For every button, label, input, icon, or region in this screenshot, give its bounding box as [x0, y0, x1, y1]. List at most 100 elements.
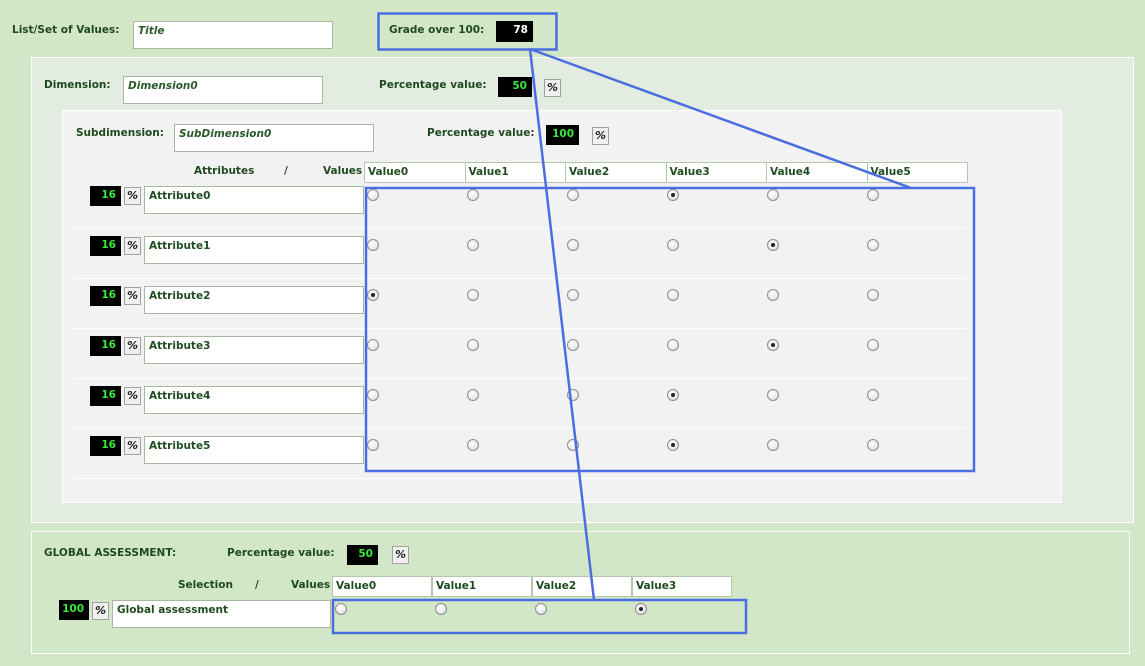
value-radio[interactable]	[667, 339, 679, 351]
column-header-1: Value1	[464, 162, 566, 183]
value-radio[interactable]	[767, 189, 779, 201]
global-assessment-input[interactable]: Global assessment	[112, 600, 331, 628]
attribute-weight[interactable]: 16	[90, 386, 121, 406]
attribute-weight[interactable]: 16	[90, 186, 121, 206]
value-radio[interactable]	[767, 239, 779, 251]
attribute-name-input[interactable]: Attribute0	[144, 186, 364, 214]
value-radio[interactable]	[867, 189, 879, 201]
attributes-header-label: Attributes	[194, 165, 255, 177]
percent-icon[interactable]: %	[124, 187, 141, 205]
global-header-slash: /	[255, 579, 259, 591]
global-column-header-0: Value0	[332, 576, 432, 597]
value-radio[interactable]	[767, 389, 779, 401]
global-value-radio[interactable]	[335, 603, 347, 615]
attribute-name-input[interactable]: Attribute5	[144, 436, 364, 464]
value-radio[interactable]	[567, 289, 579, 301]
attribute-name-input[interactable]: Attribute4	[144, 386, 364, 414]
value-radio[interactable]	[467, 189, 479, 201]
global-column-header-2: Value2	[532, 576, 632, 597]
value-radio[interactable]	[667, 389, 679, 401]
value-radio[interactable]	[867, 389, 879, 401]
global-value-radio[interactable]	[635, 603, 647, 615]
value-radio[interactable]	[567, 339, 579, 351]
subdimension-input[interactable]: SubDimension0	[174, 124, 374, 152]
value-radio[interactable]	[767, 439, 779, 451]
attribute-weight[interactable]: 16	[90, 436, 121, 456]
value-radio[interactable]	[767, 289, 779, 301]
row-divider	[74, 228, 967, 229]
value-radio[interactable]	[467, 339, 479, 351]
subdimension-label: Subdimension:	[76, 127, 164, 139]
row-divider	[74, 428, 967, 429]
percent-icon[interactable]: %	[124, 237, 141, 255]
percent-icon[interactable]: %	[592, 127, 609, 145]
value-radio[interactable]	[467, 239, 479, 251]
value-radio[interactable]	[367, 289, 379, 301]
value-radio[interactable]	[567, 439, 579, 451]
value-radio[interactable]	[367, 189, 379, 201]
global-weight[interactable]: 100	[59, 600, 89, 620]
value-radio[interactable]	[867, 289, 879, 301]
dimension-percentage-value[interactable]: 50	[498, 77, 532, 97]
attribute-weight[interactable]: 16	[90, 286, 121, 306]
grade-value: 78	[496, 21, 533, 42]
percent-icon[interactable]: %	[124, 337, 141, 355]
row-divider	[74, 328, 967, 329]
percent-icon[interactable]: %	[392, 546, 409, 564]
attribute-name-input[interactable]: Attribute1	[144, 236, 364, 264]
value-radio[interactable]	[467, 439, 479, 451]
percent-icon[interactable]: %	[124, 437, 141, 455]
value-radio[interactable]	[367, 439, 379, 451]
column-header-5: Value5	[866, 162, 968, 183]
attribute-name-input[interactable]: Attribute2	[144, 286, 364, 314]
dimension-label: Dimension:	[44, 79, 111, 91]
value-radio[interactable]	[867, 339, 879, 351]
value-radio[interactable]	[867, 439, 879, 451]
percent-icon[interactable]: %	[544, 79, 561, 97]
percent-icon[interactable]: %	[92, 602, 109, 620]
value-radio[interactable]	[867, 239, 879, 251]
value-radio[interactable]	[567, 239, 579, 251]
global-column-header-3: Value3	[632, 576, 732, 597]
global-percentage-value[interactable]: 50	[347, 545, 378, 565]
values-header-label: Values	[323, 165, 363, 177]
value-radio[interactable]	[467, 389, 479, 401]
global-percentage-label: Percentage value:	[227, 547, 335, 559]
value-radio[interactable]	[367, 239, 379, 251]
subdimension-percentage-value[interactable]: 100	[546, 125, 579, 145]
header-slash: /	[284, 165, 288, 177]
row-divider	[74, 478, 967, 479]
selection-header-label: Selection	[178, 579, 233, 591]
global-value-radio[interactable]	[535, 603, 547, 615]
column-header-4: Value4	[766, 162, 868, 183]
value-radio[interactable]	[367, 339, 379, 351]
value-radio[interactable]	[467, 289, 479, 301]
subdimension-percentage-label: Percentage value:	[427, 127, 535, 139]
value-radio[interactable]	[667, 289, 679, 301]
column-header-2: Value2	[565, 162, 667, 183]
dimension-percentage-label: Percentage value:	[379, 79, 487, 91]
value-radio[interactable]	[667, 439, 679, 451]
list-values-input[interactable]: Title	[133, 21, 333, 49]
value-radio[interactable]	[567, 189, 579, 201]
value-radio[interactable]	[667, 189, 679, 201]
attribute-name-input[interactable]: Attribute3	[144, 336, 364, 364]
global-column-header-1: Value1	[432, 576, 532, 597]
percent-icon[interactable]: %	[124, 387, 141, 405]
value-radio[interactable]	[767, 339, 779, 351]
value-radio[interactable]	[567, 389, 579, 401]
column-header-0: Value0	[364, 162, 466, 183]
dimension-input[interactable]: Dimension0	[123, 76, 323, 104]
attribute-weight[interactable]: 16	[90, 336, 121, 356]
list-values-label: List/Set of Values:	[12, 24, 120, 36]
row-divider	[74, 378, 967, 379]
grade-label: Grade over 100:	[389, 24, 485, 36]
row-divider	[74, 278, 967, 279]
global-values-header-label: Values	[291, 579, 331, 591]
global-label: GLOBAL ASSESSMENT:	[44, 547, 177, 559]
global-value-radio[interactable]	[435, 603, 447, 615]
value-radio[interactable]	[667, 239, 679, 251]
percent-icon[interactable]: %	[124, 287, 141, 305]
attribute-weight[interactable]: 16	[90, 236, 121, 256]
value-radio[interactable]	[367, 389, 379, 401]
